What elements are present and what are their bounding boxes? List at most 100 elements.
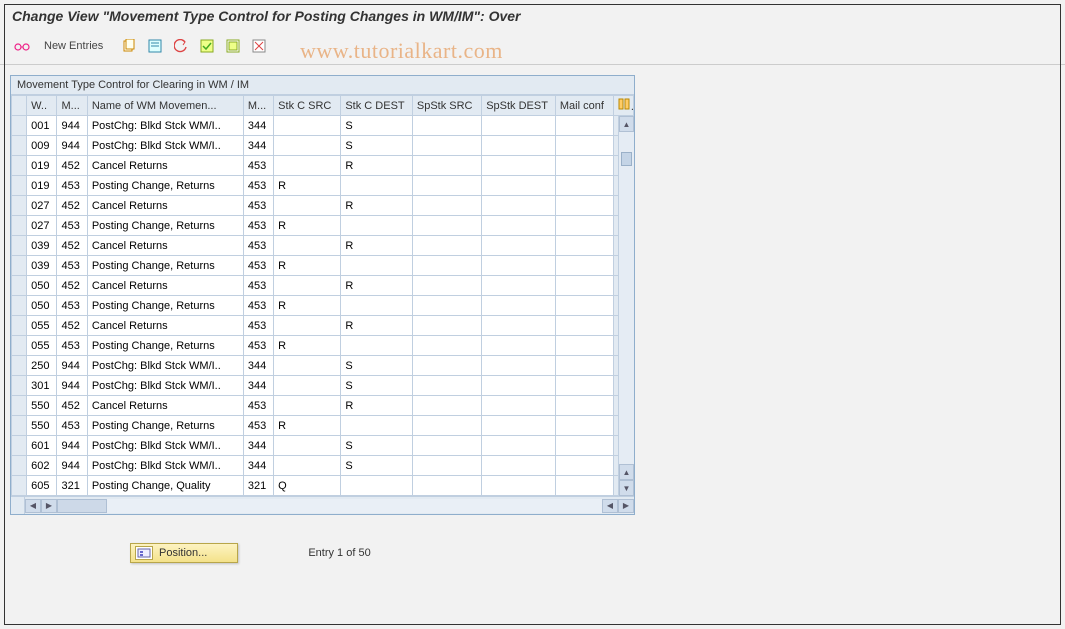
input-name[interactable]	[92, 140, 239, 152]
row-selector[interactable]	[12, 196, 27, 216]
input-stkcdest[interactable]	[345, 120, 408, 132]
scroll-thumb[interactable]	[621, 152, 632, 166]
input-w[interactable]	[31, 240, 52, 252]
input-stkcdest[interactable]	[345, 160, 408, 172]
input-spstkdest[interactable]	[486, 320, 551, 332]
new-entries-button[interactable]: New Entries	[38, 40, 109, 52]
input-spstksrc[interactable]	[417, 380, 477, 392]
input-stkcsrc[interactable]	[278, 480, 336, 492]
cell-stkcdest[interactable]	[341, 356, 413, 376]
input-m[interactable]	[61, 160, 82, 172]
cell-stkcsrc[interactable]	[274, 356, 341, 376]
input-mail[interactable]	[560, 240, 610, 252]
cell-stkcsrc[interactable]	[274, 416, 341, 436]
input-m2[interactable]	[248, 120, 269, 132]
cell-stkcsrc[interactable]	[274, 276, 341, 296]
cell-name[interactable]	[87, 216, 243, 236]
cell-stkcsrc[interactable]	[274, 476, 341, 496]
cell-name[interactable]	[87, 396, 243, 416]
column-header-spstksrc[interactable]: SpStk SRC	[412, 96, 481, 116]
input-w[interactable]	[31, 280, 52, 292]
cell-w[interactable]	[27, 376, 57, 396]
input-stkcsrc[interactable]	[278, 280, 336, 292]
input-mail[interactable]	[560, 380, 610, 392]
input-stkcsrc[interactable]	[278, 360, 336, 372]
cell-name[interactable]	[87, 356, 243, 376]
cell-m[interactable]	[57, 156, 87, 176]
input-m2[interactable]	[248, 400, 269, 412]
input-stkcdest[interactable]	[345, 300, 408, 312]
input-mail[interactable]	[560, 140, 610, 152]
input-spstkdest[interactable]	[486, 360, 551, 372]
cell-w[interactable]	[27, 476, 57, 496]
input-m[interactable]	[61, 440, 82, 452]
input-name[interactable]	[92, 120, 239, 132]
cell-spstksrc[interactable]	[412, 196, 481, 216]
cell-m2[interactable]	[243, 356, 273, 376]
column-header-stkcdest[interactable]: Stk C DEST	[341, 96, 413, 116]
input-spstkdest[interactable]	[486, 200, 551, 212]
cell-stkcsrc[interactable]	[274, 436, 341, 456]
input-spstkdest[interactable]	[486, 240, 551, 252]
cell-name[interactable]	[87, 156, 243, 176]
cell-w[interactable]	[27, 416, 57, 436]
cell-w[interactable]	[27, 456, 57, 476]
cell-spstksrc[interactable]	[412, 316, 481, 336]
input-stkcdest[interactable]	[345, 260, 408, 272]
cell-m[interactable]	[57, 316, 87, 336]
cell-m2[interactable]	[243, 436, 273, 456]
cell-w[interactable]	[27, 136, 57, 156]
cell-m[interactable]	[57, 436, 87, 456]
input-m[interactable]	[61, 360, 82, 372]
cell-mail[interactable]	[555, 216, 614, 236]
input-m2[interactable]	[248, 340, 269, 352]
cell-m[interactable]	[57, 216, 87, 236]
input-name[interactable]	[92, 240, 239, 252]
input-m[interactable]	[61, 120, 82, 132]
row-selector[interactable]	[12, 416, 27, 436]
input-stkcdest[interactable]	[345, 480, 408, 492]
cell-stkcdest[interactable]	[341, 296, 413, 316]
input-spstkdest[interactable]	[486, 420, 551, 432]
input-w[interactable]	[31, 120, 52, 132]
cell-w[interactable]	[27, 276, 57, 296]
row-selector[interactable]	[12, 216, 27, 236]
input-w[interactable]	[31, 380, 52, 392]
input-w[interactable]	[31, 220, 52, 232]
input-name[interactable]	[92, 220, 239, 232]
cell-spstksrc[interactable]	[412, 396, 481, 416]
input-spstksrc[interactable]	[417, 300, 477, 312]
cell-stkcdest[interactable]	[341, 276, 413, 296]
cell-name[interactable]	[87, 136, 243, 156]
input-m2[interactable]	[248, 420, 269, 432]
column-selector[interactable]	[12, 96, 27, 116]
input-stkcdest[interactable]	[345, 140, 408, 152]
cell-w[interactable]	[27, 196, 57, 216]
scroll-right-end-icon[interactable]: ▶	[618, 499, 634, 513]
input-name[interactable]	[92, 440, 239, 452]
input-stkcsrc[interactable]	[278, 160, 336, 172]
input-stkcsrc[interactable]	[278, 120, 336, 132]
input-spstkdest[interactable]	[486, 280, 551, 292]
cell-spstkdest[interactable]	[482, 136, 556, 156]
cell-spstksrc[interactable]	[412, 436, 481, 456]
input-mail[interactable]	[560, 480, 610, 492]
cell-spstkdest[interactable]	[482, 256, 556, 276]
cell-spstkdest[interactable]	[482, 116, 556, 136]
copy-icon[interactable]	[119, 36, 139, 56]
cell-name[interactable]	[87, 336, 243, 356]
cell-w[interactable]	[27, 176, 57, 196]
cell-stkcsrc[interactable]	[274, 236, 341, 256]
cell-name[interactable]	[87, 376, 243, 396]
input-name[interactable]	[92, 400, 239, 412]
input-mail[interactable]	[560, 200, 610, 212]
column-header-spstkdest[interactable]: SpStk DEST	[482, 96, 556, 116]
input-name[interactable]	[92, 460, 239, 472]
input-spstksrc[interactable]	[417, 180, 477, 192]
input-mail[interactable]	[560, 220, 610, 232]
input-spstkdest[interactable]	[486, 180, 551, 192]
input-spstkdest[interactable]	[486, 340, 551, 352]
input-w[interactable]	[31, 440, 52, 452]
cell-stkcdest[interactable]	[341, 156, 413, 176]
input-spstksrc[interactable]	[417, 420, 477, 432]
